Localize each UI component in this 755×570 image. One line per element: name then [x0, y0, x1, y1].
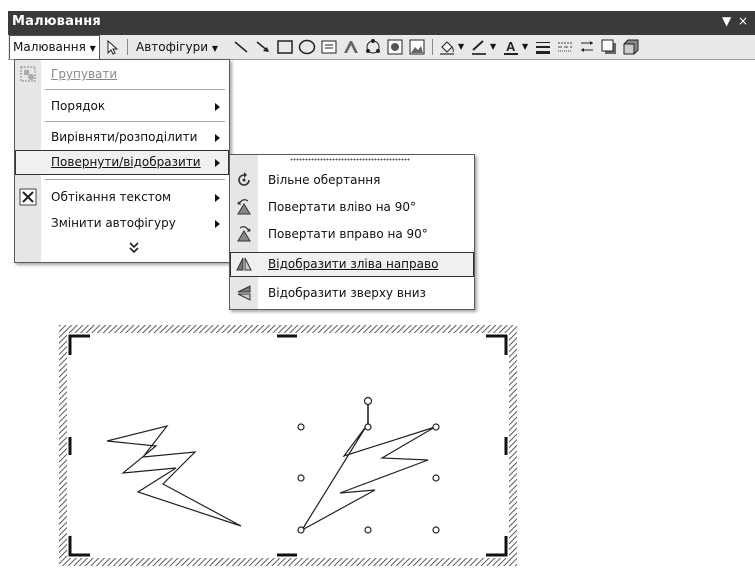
- toolbar-separator: [127, 39, 128, 55]
- menu-item-label: Повернути/відобразити: [51, 155, 201, 169]
- submenu-item-label: Повертати вліво на 90°: [268, 200, 416, 214]
- menu-item-align-distribute[interactable]: Вирівняти/розподілити: [15, 125, 229, 150]
- text-wrapping-icon: [19, 188, 37, 206]
- submenu-drag-grip[interactable]: [290, 158, 410, 161]
- dropdown-arrow-icon[interactable]: ▼: [522, 35, 528, 59]
- free-rotate-icon: [238, 172, 250, 186]
- menu-item-label: Вирівняти/розподілити: [51, 130, 198, 144]
- drawing-toolbar-titlebar[interactable]: Малювання ▼ ×: [8, 11, 755, 35]
- submenu-item-label: Відобразити зліва направо: [268, 257, 439, 271]
- submenu-item-flip-horizontal[interactable]: Відобразити зліва направо: [230, 252, 474, 277]
- arrow-style-icon[interactable]: [578, 38, 596, 56]
- menu-item-label: Обтікання текстом: [51, 190, 172, 204]
- group-icon: [20, 66, 36, 82]
- submenu-item-rotate-left[interactable]: Повертати вліво на 90°: [230, 195, 474, 220]
- dash-style-icon[interactable]: [556, 38, 574, 56]
- line-color-icon[interactable]: [470, 38, 488, 56]
- menu-item-order[interactable]: Порядок: [15, 94, 229, 119]
- dropdown-arrow-icon: ▼: [89, 44, 96, 53]
- autoshapes-label: Автофігури: [136, 40, 209, 54]
- wordart-icon[interactable]: [342, 38, 360, 56]
- submenu-arrow-icon: [215, 220, 220, 228]
- oval-icon[interactable]: [298, 38, 316, 56]
- shadow-icon[interactable]: [600, 38, 618, 56]
- menu-item-rotate-flip[interactable]: Повернути/відобразити: [15, 150, 229, 175]
- close-icon[interactable]: ×: [738, 14, 748, 28]
- submenu-item-label: Відобразити зверху вниз: [268, 286, 426, 300]
- submenu-item-label: Вільне обертання: [268, 173, 381, 187]
- 3d-icon[interactable]: [622, 38, 640, 56]
- flip-vertical-icon: [237, 285, 251, 301]
- submenu-arrow-icon: [215, 134, 220, 142]
- menu-separator: [45, 121, 225, 122]
- menu-item-text-wrapping[interactable]: Обтікання текстом: [15, 185, 229, 210]
- dropdown-arrow-icon: ▼: [211, 44, 219, 53]
- draw-menu-label: Малювання: [13, 40, 86, 54]
- drawing-toolbar: Малювання ▼ Автофігури ▼ ▼ ▼ A ▼: [8, 35, 755, 60]
- menu-item-label: Змінити автофігуру: [51, 216, 176, 230]
- toolbar-title: Малювання: [12, 14, 101, 29]
- picture-icon[interactable]: [408, 38, 426, 56]
- arrow-icon[interactable]: [254, 38, 272, 56]
- menu-item-label: Порядок: [51, 99, 106, 113]
- dropdown-arrow-icon[interactable]: ▼: [458, 35, 464, 59]
- line-icon[interactable]: [232, 38, 250, 56]
- submenu-arrow-icon: [215, 103, 220, 111]
- toolbar-options-icon[interactable]: ▼: [722, 14, 731, 28]
- dropdown-arrow-icon[interactable]: ▼: [490, 35, 496, 59]
- autoshapes-button[interactable]: Автофігури ▼: [136, 35, 218, 59]
- textbox-icon[interactable]: [320, 38, 338, 56]
- canvas-hatched-border[interactable]: [59, 325, 517, 566]
- font-color-icon[interactable]: A: [502, 38, 520, 56]
- line-style-icon[interactable]: [534, 38, 552, 56]
- menu-item-label: Групувати: [51, 67, 118, 81]
- menu-item-change-autoshape[interactable]: Змінити автофігуру: [15, 211, 229, 236]
- draw-menu: Групувати Порядок Вирівняти/розподілити …: [14, 59, 230, 263]
- submenu-item-label: Повертати вправо на 90°: [268, 227, 428, 241]
- rectangle-icon[interactable]: [276, 38, 294, 56]
- submenu-item-rotate-right[interactable]: Повертати вправо на 90°: [230, 222, 474, 247]
- clipart-icon[interactable]: [386, 38, 404, 56]
- menu-separator: [45, 89, 225, 90]
- rotate-flip-submenu: Вільне обертання Повертати вліво на 90° …: [229, 154, 475, 310]
- toolbar-separator: [432, 39, 433, 55]
- submenu-item-free-rotate[interactable]: Вільне обертання: [230, 168, 474, 193]
- draw-menu-button[interactable]: Малювання ▼: [9, 35, 100, 59]
- fill-color-icon[interactable]: [438, 38, 456, 56]
- submenu-arrow-icon: [215, 159, 220, 167]
- menu-separator: [45, 179, 225, 180]
- diagram-icon[interactable]: [364, 38, 382, 56]
- submenu-item-flip-vertical[interactable]: Відобразити зверху вниз: [230, 281, 474, 306]
- rotate-right-icon: [237, 226, 251, 242]
- svg-text:A: A: [506, 39, 516, 54]
- flip-horizontal-icon: [236, 257, 252, 271]
- double-chevron-down-icon[interactable]: [127, 241, 141, 255]
- rotate-left-icon: [237, 199, 251, 215]
- menu-item-group[interactable]: Групувати: [15, 62, 229, 87]
- submenu-arrow-icon: [215, 194, 220, 202]
- select-arrow-icon[interactable]: [103, 38, 121, 56]
